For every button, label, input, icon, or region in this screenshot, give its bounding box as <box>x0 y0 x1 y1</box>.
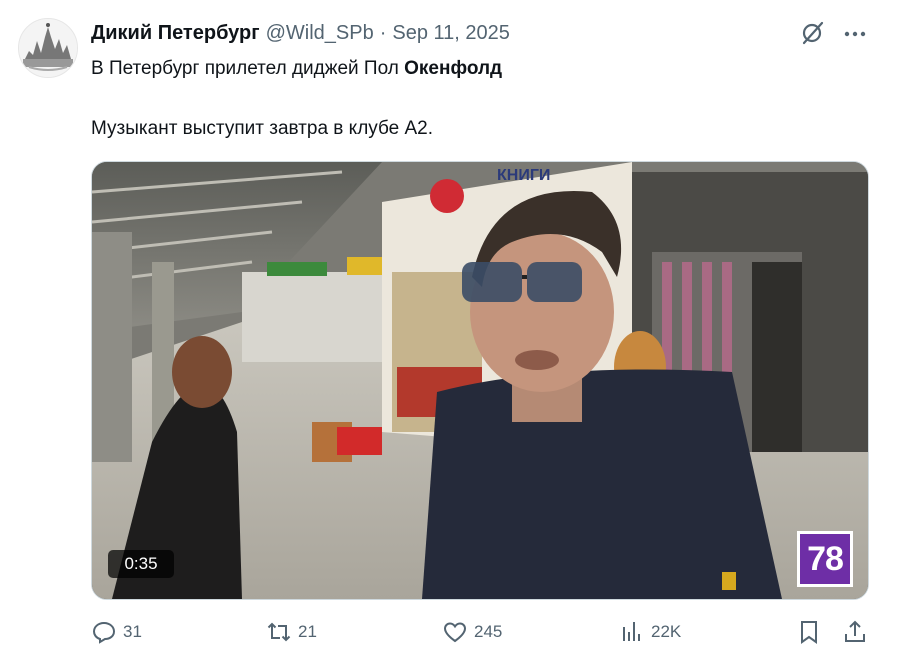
reply-icon <box>92 621 116 644</box>
video-frame: КНИГИ <box>92 162 868 599</box>
tweet-card: Дикий Петербург @Wild_SPb · Sep 11, 2025… <box>0 0 898 660</box>
store-sign: КНИГИ <box>497 167 550 184</box>
tweet-text-line-1: В Петербург прилетел диджей Пол Окенфолд <box>91 57 502 81</box>
video-player[interactable]: КНИГИ <box>91 161 869 600</box>
channel-logo: 78 <box>797 531 853 587</box>
share-button[interactable] <box>842 618 868 646</box>
tweet-text-line-2: Музыкант выступит завтра в клубе А2. <box>91 118 434 139</box>
share-icon <box>845 620 865 642</box>
avatar[interactable] <box>18 18 78 78</box>
bookmark-button[interactable] <box>796 618 822 646</box>
like-button[interactable]: 245 <box>442 618 502 646</box>
tweet-text-bold: Окенфолд <box>404 58 503 79</box>
view-count: 22K <box>651 622 682 641</box>
like-icon <box>443 622 467 643</box>
display-name[interactable]: Дикий Петербург <box>91 22 260 45</box>
tweet-header: Дикий Петербург @Wild_SPb · Sep 11, 2025 <box>91 20 510 46</box>
video-duration: 0:35 <box>108 550 174 578</box>
views-icon <box>623 622 640 641</box>
avatar-image <box>19 19 77 77</box>
repost-icon <box>267 622 291 642</box>
bookmark-icon <box>801 621 817 644</box>
views-button[interactable]: 22K <box>619 618 681 646</box>
action-bar: 31 21 245 22K <box>0 612 898 652</box>
reply-button[interactable]: 31 <box>91 618 142 646</box>
more-icon[interactable] <box>842 22 868 46</box>
separator-dot: · <box>379 21 387 44</box>
timestamp[interactable]: Sep 11, 2025 <box>392 22 510 45</box>
like-count: 245 <box>474 622 503 641</box>
handle[interactable]: @Wild_SPb <box>266 22 374 45</box>
tweet-text-prefix: В Петербург прилетел диджей Пол <box>91 58 405 79</box>
grok-icon[interactable] <box>800 20 826 46</box>
repost-count: 21 <box>298 622 317 641</box>
reply-count: 31 <box>123 622 142 641</box>
repost-button[interactable]: 21 <box>266 618 317 646</box>
